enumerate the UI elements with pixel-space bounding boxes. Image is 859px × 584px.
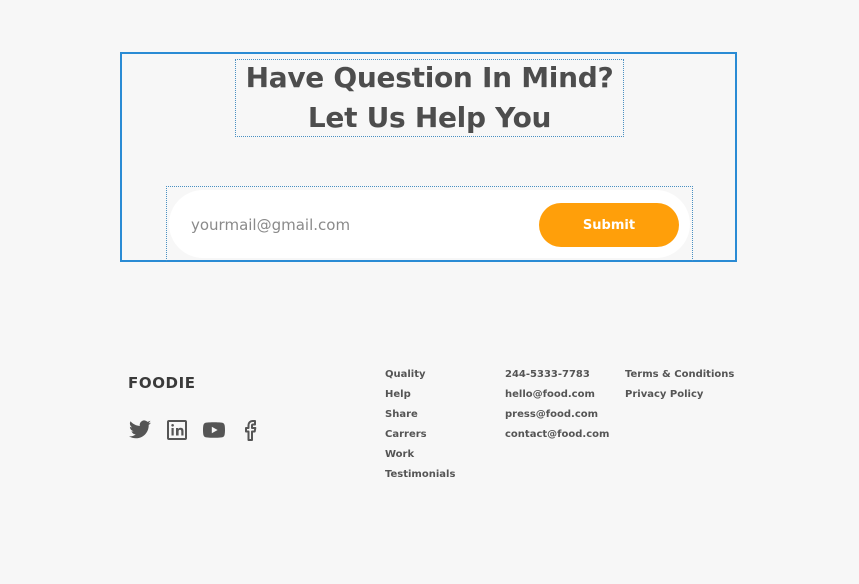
footer-link-work[interactable]: Work [385,448,455,468]
footer-email-contact[interactable]: contact@food.com [505,428,609,448]
twitter-icon[interactable] [128,418,152,442]
footer-link-testimonials[interactable]: Testimonials [385,468,455,488]
footer-link-careers[interactable]: Carrers [385,428,455,448]
footer-link-quality[interactable]: Quality [385,368,455,388]
footer-link-privacy[interactable]: Privacy Policy [625,388,734,408]
submit-button[interactable]: Submit [539,203,679,247]
section-heading: Have Question In Mind? Let Us Help You [235,59,624,137]
logo: FOODIE [128,374,196,392]
email-input[interactable] [191,212,511,238]
subscribe-form-pill: Submit [169,190,690,258]
footer-legal-column: Terms & Conditions Privacy Policy [625,368,734,408]
footer-link-share[interactable]: Share [385,408,455,428]
footer-phone[interactable]: 244-5333-7783 [505,368,609,388]
footer-links-column: Quality Help Share Carrers Work Testimon… [385,368,455,488]
social-links [128,418,276,442]
heading-line-1: Have Question In Mind? [245,61,614,94]
footer-link-terms[interactable]: Terms & Conditions [625,368,734,388]
linkedin-icon[interactable] [165,418,189,442]
footer-email-hello[interactable]: hello@food.com [505,388,609,408]
footer-contact-column: 244-5333-7783 hello@food.com press@food.… [505,368,609,448]
heading-line-2: Let Us Help You [307,101,552,134]
subscribe-form: Submit [166,186,693,261]
newsletter-section: Have Question In Mind? Let Us Help You S… [120,52,737,262]
facebook-icon[interactable] [239,418,263,442]
youtube-icon[interactable] [202,418,226,442]
footer-email-press[interactable]: press@food.com [505,408,609,428]
footer-link-help[interactable]: Help [385,388,455,408]
